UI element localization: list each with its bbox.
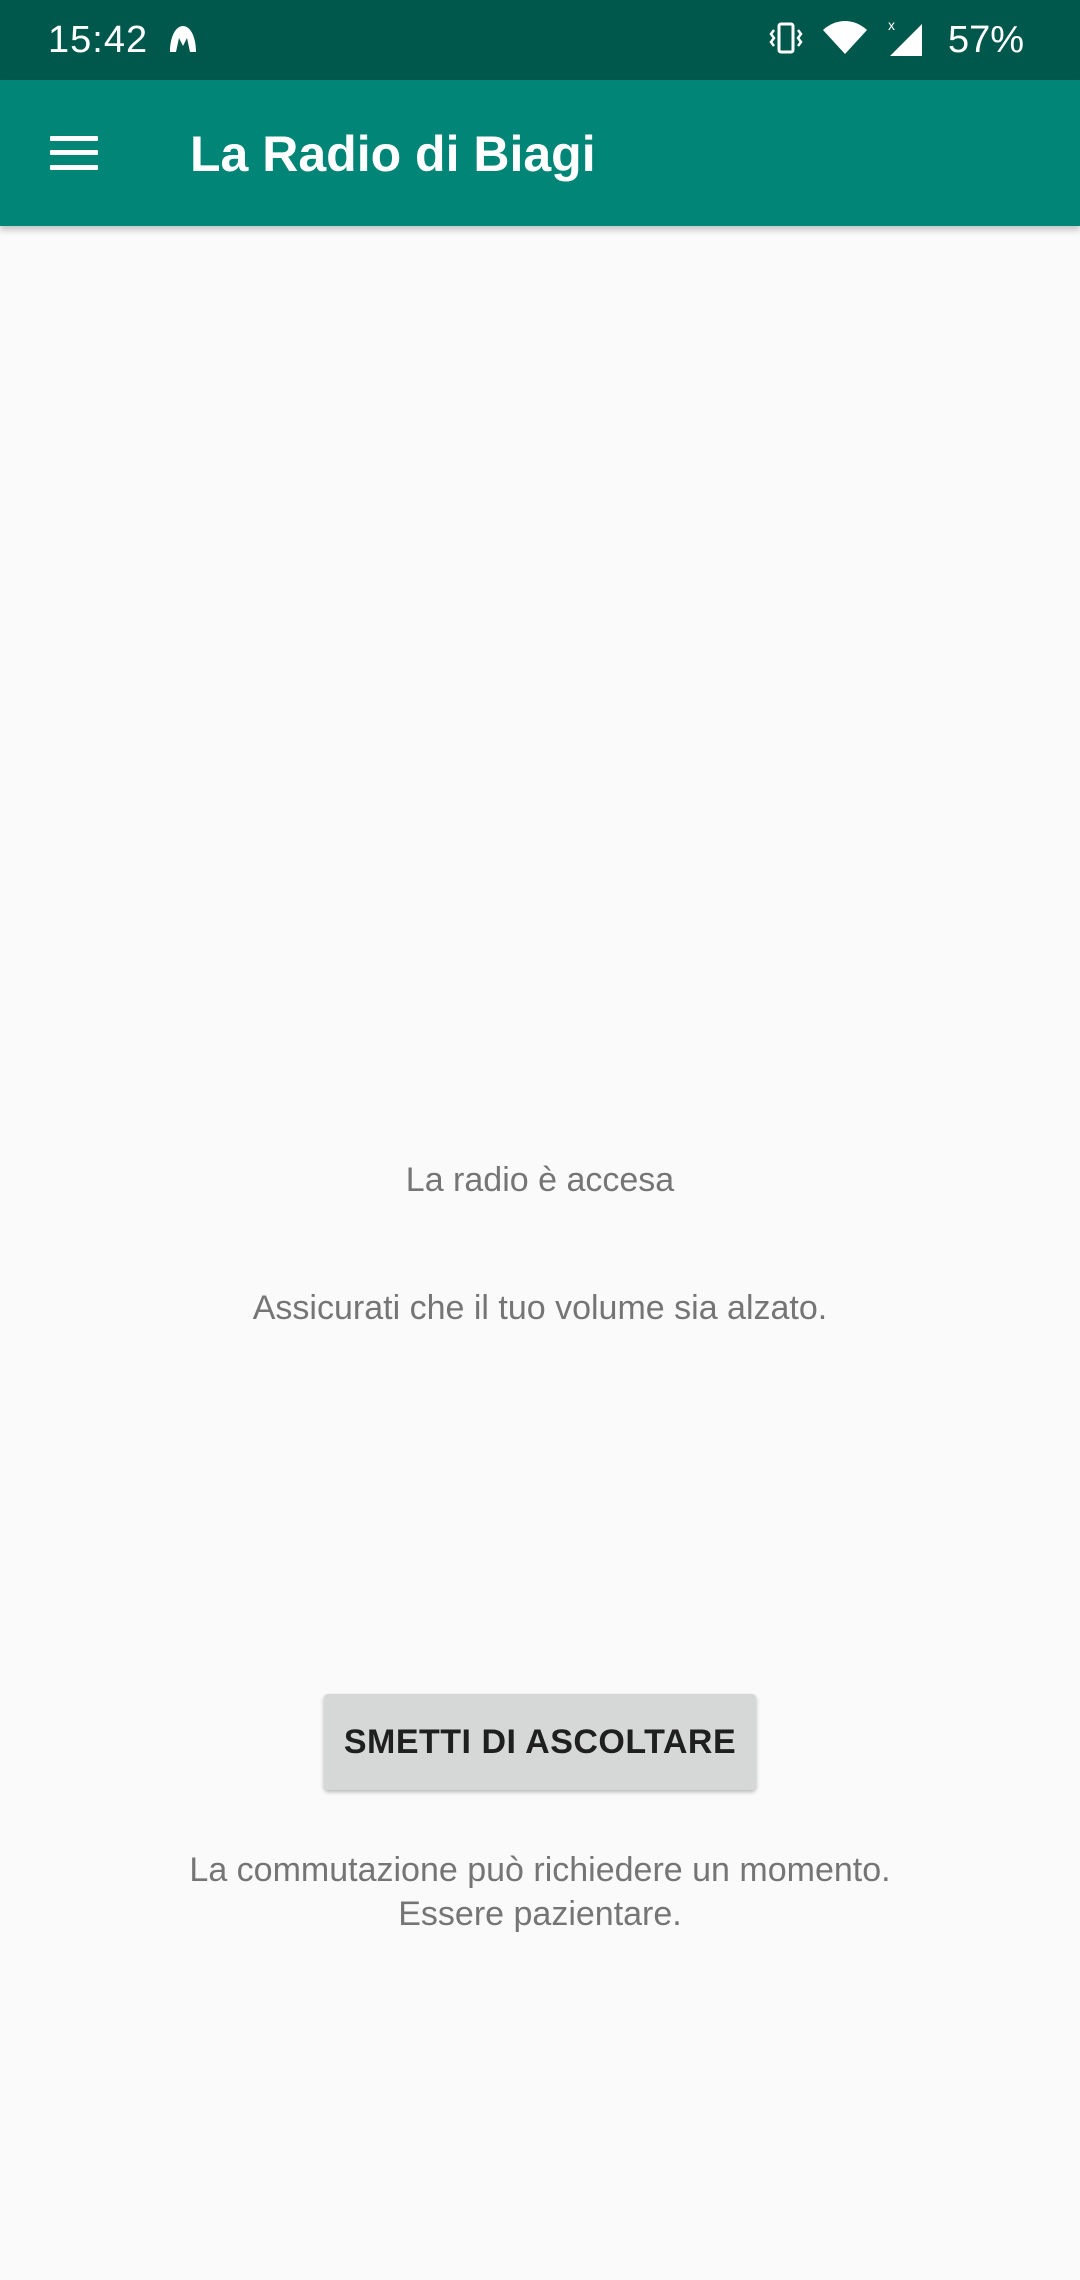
switch-note-line: Essere pazientare. [398, 1895, 682, 1933]
menu-button[interactable] [34, 113, 114, 193]
switch-note: La commutazione può richiedere un moment… [0, 1848, 1080, 1936]
svg-text:x: x [888, 18, 895, 33]
stop-listening-button[interactable]: SMETTI DI ASCOLTARE [324, 1694, 756, 1790]
page-title: La Radio di Biagi [190, 126, 596, 182]
notification-app-icon [166, 22, 200, 56]
radio-status-text: La radio è accesa [405, 1161, 675, 1199]
signal-icon: x [886, 17, 926, 63]
status-bar: 15:42 x 57% [0, 0, 1080, 80]
wifi-icon [822, 20, 868, 61]
status-icons: x 57% [768, 14, 1024, 66]
battery-percent: 57% [947, 19, 1024, 61]
hamburger-menu-icon [50, 136, 98, 170]
vibrate-icon [768, 20, 804, 61]
volume-hint-text: Assicurati che il tuo volume sia alzato. [252, 1289, 828, 1327]
switch-note-line: La commutazione può richiedere un moment… [189, 1851, 891, 1889]
app-bar: La Radio di Biagi [0, 80, 1080, 226]
status-time: 15:42 [48, 19, 149, 61]
app-screen: 15:42 x 57% La Radio di Biagi La radio è… [0, 0, 1080, 2280]
